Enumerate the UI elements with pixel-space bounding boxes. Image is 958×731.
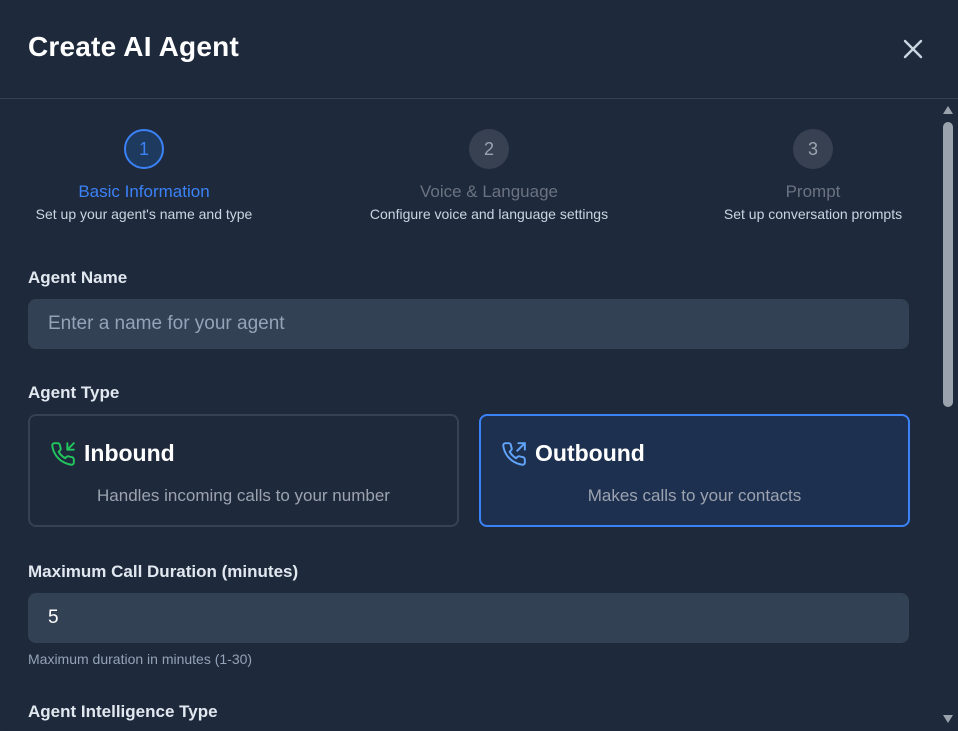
close-button[interactable] [898, 34, 928, 64]
agent-name-label: Agent Name [28, 268, 128, 287]
modal-body: 1 Basic Information Set up your agent's … [0, 100, 938, 731]
close-icon [903, 39, 923, 59]
card-header: Outbound [501, 440, 645, 467]
max-duration-input[interactable] [28, 593, 909, 643]
scrollbar[interactable] [938, 100, 958, 731]
step-voice-language: 2 Voice & Language Configure voice and l… [360, 129, 618, 222]
step-number: 1 [124, 129, 164, 169]
step-prompt: 3 Prompt Set up conversation prompts [716, 129, 910, 222]
create-agent-modal: Create AI Agent 1 Basic Information Set … [0, 0, 958, 731]
step-subtitle: Configure voice and language settings [369, 206, 609, 222]
step-title: Basic Information [78, 182, 210, 201]
step-subtitle: Set up conversation prompts [723, 206, 903, 222]
phone-outgoing-icon [502, 441, 526, 466]
scrollbar-thumb[interactable] [943, 122, 953, 407]
modal-header: Create AI Agent [0, 0, 958, 99]
step-subtitle: Set up your agent's name and type [35, 206, 253, 222]
step-title: Voice & Language [419, 182, 558, 201]
step-basic-information: 1 Basic Information Set up your agent's … [28, 129, 260, 222]
step-number: 2 [469, 129, 509, 169]
max-duration-hint: Maximum duration in minutes (1-30) [28, 651, 253, 667]
modal-title: Create AI Agent [28, 31, 239, 62]
scroll-down-arrow-icon[interactable] [942, 713, 954, 725]
scroll-up-arrow-icon[interactable] [942, 104, 954, 116]
agent-name-input[interactable] [28, 299, 909, 349]
phone-incoming-icon [51, 441, 75, 466]
card-description: Handles incoming calls to your number [97, 486, 390, 505]
step-title: Prompt [785, 182, 841, 201]
outbound-option-card[interactable]: Outbound Makes calls to your contacts [479, 414, 910, 527]
card-title: Outbound [535, 440, 645, 466]
intelligence-type-label: Agent Intelligence Type [28, 702, 218, 721]
max-duration-label: Maximum Call Duration (minutes) [28, 562, 299, 581]
card-header: Inbound [50, 440, 175, 467]
inbound-option-card[interactable]: Inbound Handles incoming calls to your n… [28, 414, 459, 527]
card-title: Inbound [84, 440, 175, 466]
card-description: Makes calls to your contacts [587, 486, 802, 505]
agent-type-label: Agent Type [28, 383, 120, 402]
step-number: 3 [793, 129, 833, 169]
